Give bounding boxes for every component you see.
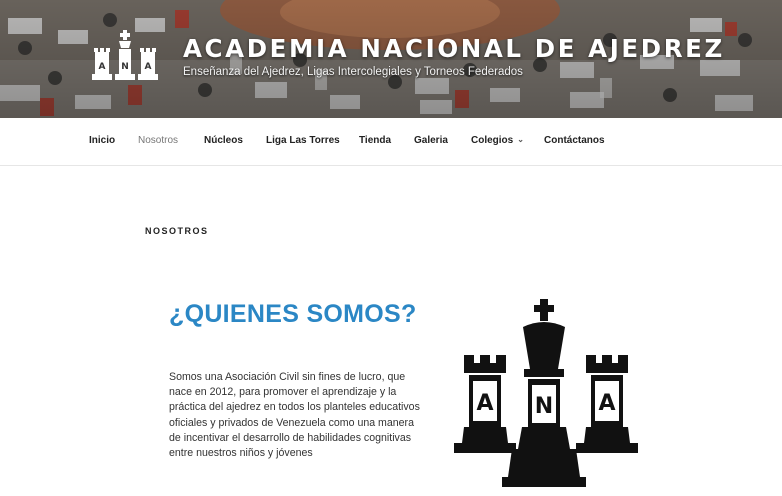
chevron-down-icon: ⌄ [517,135,524,144]
nav-item-inicio[interactable]: Inicio [89,135,115,146]
logo-letter-n: N [121,62,129,72]
nav-item-nosotros[interactable]: Nosotros [138,135,178,146]
nav-item-nucleos[interactable]: Núcleos [204,135,243,146]
nav-item-liga-las-torres[interactable]: Liga Las Torres [266,135,340,146]
logo-letter-a-right: A [145,62,152,72]
about-paragraph: Somos una Asociación Civil sin fines de … [169,371,420,460]
nav-item-colegios-label: Colegios [471,135,514,146]
nav-item-galeria[interactable]: Galeria [414,135,448,146]
main-navigation: Inicio Nosotros Núcleos Liga Las Torres … [0,118,782,166]
header-banner: A N A ACADEMIA NACIONAL DE AJEDREZ Enseñ… [0,0,782,118]
nav-item-contactanos[interactable]: Contáctanos [544,135,605,146]
nav-item-tienda[interactable]: Tienda [359,135,391,146]
logo-image-letter-a-left: A [476,391,493,416]
section-title: ¿QUIENES SOMOS? [169,300,417,328]
page-title: NOSOTROS [145,226,209,236]
academy-logo[interactable]: A N A [90,28,160,86]
logo-letter-a-left: A [99,62,106,72]
logo-image-letter-n: N [535,394,553,419]
chess-pieces-logo-image: A N A [450,297,638,487]
site-title[interactable]: ACADEMIA NACIONAL DE AJEDREZ [183,34,725,63]
logo-image-letter-a-right: A [598,391,615,416]
site-tagline: Enseñanza del Ajedrez, Ligas Intercolegi… [183,66,523,78]
nav-item-colegios[interactable]: Colegios ⌄ [471,135,524,146]
